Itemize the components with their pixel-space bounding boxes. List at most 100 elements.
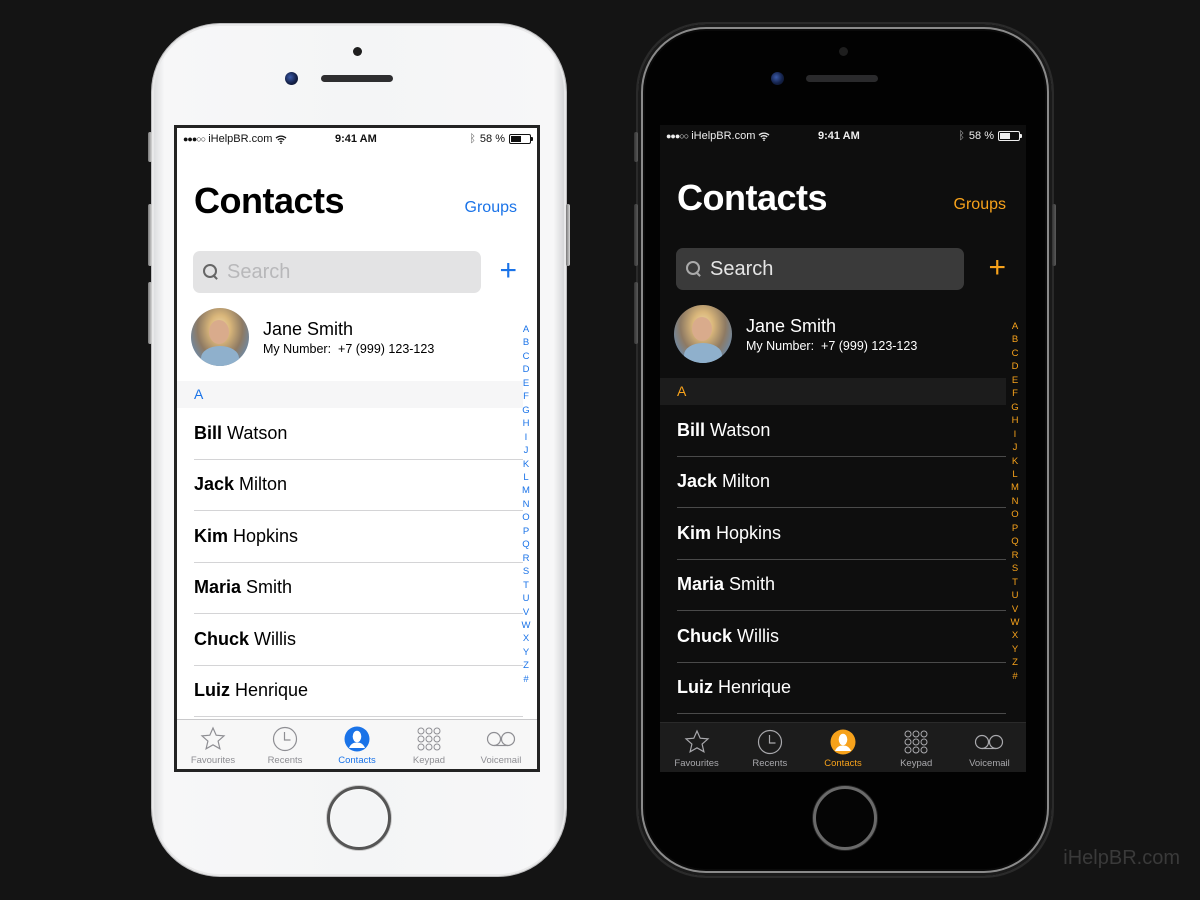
contact-row[interactable]: Bill Watson — [194, 408, 523, 460]
index-letter[interactable]: K — [523, 458, 529, 471]
clock: 9:41 AM — [335, 133, 377, 145]
contact-last-name: Milton — [722, 471, 771, 492]
contact-row[interactable]: Bill Watson — [677, 405, 1006, 457]
index-letter[interactable]: O — [1011, 508, 1018, 521]
index-letter[interactable]: T — [1012, 576, 1018, 589]
index-letter[interactable]: R — [1012, 549, 1019, 562]
index-letter[interactable]: # — [1012, 670, 1017, 683]
tab-voicemail[interactable]: Voicemail — [465, 720, 537, 769]
index-letter[interactable]: Y — [1012, 643, 1018, 656]
person-icon — [830, 728, 856, 756]
groups-button[interactable]: Groups — [465, 199, 517, 217]
keypad-icon — [903, 728, 929, 756]
alphabet-index[interactable]: A B C D E F G H I J K L M N O P Q R S T U V W X Y Z # — [1009, 320, 1021, 683]
index-letter[interactable]: Y — [523, 646, 529, 659]
my-card[interactable]: Jane Smith My Number: +7 (999) 123-123 — [191, 308, 434, 366]
index-letter[interactable]: M — [522, 484, 530, 497]
index-letter[interactable]: H — [523, 417, 530, 430]
tab-voicemail[interactable]: Voicemail — [953, 723, 1026, 772]
home-button[interactable] — [327, 786, 391, 850]
index-letter[interactable]: Z — [1012, 656, 1018, 669]
search-field[interactable] — [193, 251, 481, 293]
tab-recents[interactable]: Recents — [733, 723, 806, 772]
index-letter[interactable]: W — [522, 619, 531, 632]
contact-first-name: Bill — [677, 419, 706, 440]
index-letter[interactable]: Q — [1011, 535, 1018, 548]
tab-favourites[interactable]: Favourites — [177, 720, 249, 769]
index-letter[interactable]: K — [1012, 455, 1018, 468]
index-letter[interactable]: X — [1012, 629, 1018, 642]
contact-first-name: Kim — [677, 522, 712, 543]
index-letter[interactable]: G — [522, 404, 529, 417]
index-letter[interactable]: B — [523, 336, 529, 349]
screen: ●●●○○ iHelpBR.com 9:41 AM ᛒ 58 % Contact… — [174, 125, 540, 772]
index-letter[interactable]: P — [523, 525, 529, 538]
index-letter[interactable]: I — [1014, 428, 1017, 441]
contact-last-name: Henrique — [718, 677, 792, 698]
index-letter[interactable]: L — [523, 471, 528, 484]
index-letter[interactable]: S — [1012, 562, 1018, 575]
index-letter[interactable]: V — [523, 606, 529, 619]
index-letter[interactable]: D — [523, 363, 530, 376]
index-letter[interactable]: S — [523, 565, 529, 578]
index-letter[interactable]: P — [1012, 522, 1018, 535]
index-letter[interactable]: N — [523, 498, 530, 511]
index-letter[interactable]: Z — [523, 659, 529, 672]
index-letter[interactable]: B — [1012, 333, 1018, 346]
tab-contacts[interactable]: Contacts — [806, 723, 879, 772]
search-input[interactable] — [227, 260, 447, 284]
index-letter[interactable]: H — [1012, 414, 1019, 427]
index-letter[interactable]: Q — [522, 538, 529, 551]
my-card[interactable]: Jane Smith My Number: +7 (999) 123-123 — [674, 305, 917, 363]
index-letter[interactable]: U — [523, 592, 530, 605]
carrier-name: iHelpBR.com — [691, 130, 756, 142]
index-letter[interactable]: F — [523, 390, 529, 403]
index-letter[interactable]: U — [1012, 589, 1019, 602]
index-letter[interactable]: M — [1011, 481, 1019, 494]
index-letter[interactable]: F — [1012, 387, 1018, 400]
index-letter[interactable]: X — [523, 632, 529, 645]
status-bar: ●●●○○ iHelpBR.com 9:41 AM ᛒ 58 % — [660, 125, 1026, 147]
contact-row[interactable]: Luiz Henrique — [677, 663, 1006, 714]
contact-row[interactable]: Maria Smith — [194, 563, 523, 614]
index-letter[interactable]: E — [1012, 374, 1018, 387]
tab-contacts[interactable]: Contacts — [321, 720, 393, 769]
contact-row[interactable]: Jack Milton — [677, 457, 1006, 508]
index-letter[interactable]: G — [1011, 401, 1018, 414]
tab-keypad[interactable]: Keypad — [880, 723, 953, 772]
index-letter[interactable]: L — [1012, 468, 1017, 481]
contact-row[interactable]: Maria Smith — [677, 560, 1006, 611]
index-letter[interactable]: I — [525, 431, 528, 444]
index-letter[interactable]: A — [1012, 320, 1018, 333]
contact-row[interactable]: Chuck Willis — [194, 614, 523, 666]
index-letter[interactable]: E — [523, 377, 529, 390]
add-contact-button[interactable]: + — [988, 253, 1006, 283]
alphabet-index[interactable]: A B C D E F G H I J K L M N O P Q R S T U V W X Y Z # — [520, 323, 532, 686]
index-letter[interactable]: R — [523, 552, 530, 565]
index-letter[interactable]: V — [1012, 603, 1018, 616]
index-letter[interactable]: N — [1012, 495, 1019, 508]
index-letter[interactable]: O — [522, 511, 529, 524]
index-letter[interactable]: C — [1012, 347, 1019, 360]
contact-row[interactable]: Chuck Willis — [677, 611, 1006, 663]
index-letter[interactable]: W — [1011, 616, 1020, 629]
index-letter[interactable]: D — [1012, 360, 1019, 373]
index-letter[interactable]: A — [523, 323, 529, 336]
tab-recents[interactable]: Recents — [249, 720, 321, 769]
contact-row[interactable]: Jack Milton — [194, 460, 523, 511]
index-letter[interactable]: J — [524, 444, 529, 457]
contact-row[interactable]: Kim Hopkins — [194, 511, 523, 563]
tab-keypad[interactable]: Keypad — [393, 720, 465, 769]
index-letter[interactable]: T — [523, 579, 529, 592]
home-button[interactable] — [813, 786, 877, 850]
index-letter[interactable]: # — [523, 673, 528, 686]
groups-button[interactable]: Groups — [954, 196, 1006, 214]
index-letter[interactable]: C — [523, 350, 530, 363]
add-contact-button[interactable]: + — [499, 256, 517, 286]
contact-row[interactable]: Luiz Henrique — [194, 666, 523, 717]
tab-favourites[interactable]: Favourites — [660, 723, 733, 772]
search-field[interactable] — [676, 248, 964, 290]
index-letter[interactable]: J — [1013, 441, 1018, 454]
search-input[interactable] — [710, 257, 930, 281]
contact-row[interactable]: Kim Hopkins — [677, 508, 1006, 560]
